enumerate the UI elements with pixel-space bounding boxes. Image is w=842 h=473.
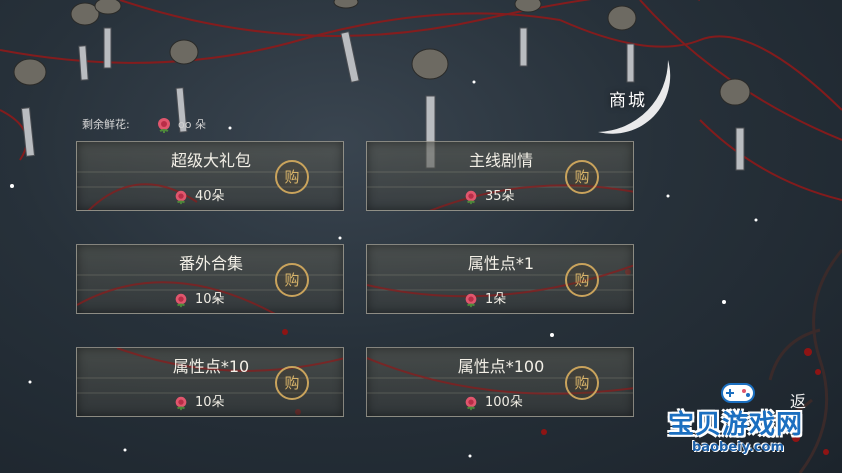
item-price-value: 35朵 (485, 189, 515, 204)
shop-item-card[interactable]: 番外合集 10朵 购 (76, 244, 344, 314)
rose-flower-icon (465, 190, 477, 205)
rose-flower-icon (175, 293, 187, 308)
buy-button[interactable]: 购 (275, 263, 309, 297)
item-price-value: 100朵 (485, 395, 523, 410)
rose-flower-icon (158, 118, 170, 133)
site-watermark: 宝贝游戏网 baobeiy.com (662, 380, 842, 473)
buy-button[interactable]: 购 (565, 366, 599, 400)
rose-flower-icon (465, 396, 477, 411)
remaining-flowers-count: oo 朵 (178, 118, 206, 131)
watermark-title: 宝贝游戏网 (668, 410, 804, 440)
rose-flower-icon (175, 396, 187, 411)
shop-item-card[interactable]: 属性点*100 100朵 购 (366, 347, 634, 417)
shop-title: 商城 (609, 91, 647, 111)
item-price-value: 40朵 (195, 189, 225, 204)
shop-item-card[interactable]: 超级大礼包 40朵 购 (76, 141, 344, 211)
rose-flower-icon (175, 190, 187, 205)
buy-button[interactable]: 购 (275, 366, 309, 400)
item-price-value: 10朵 (195, 292, 225, 307)
buy-button[interactable]: 购 (565, 263, 599, 297)
item-price-value: 1朵 (485, 292, 507, 307)
shop-item-card[interactable]: 属性点*10 10朵 购 (76, 347, 344, 417)
gamepad-icon (721, 383, 755, 403)
shop-screen: 剩余鲜花: oo 朵 商城 超级大礼包 40朵 购 主线剧情 35朵 购 番外合… (0, 0, 842, 473)
remaining-flowers-label: 剩余鲜花: (82, 118, 130, 131)
rose-flower-icon (465, 293, 477, 308)
shop-item-card[interactable]: 属性点*1 1朵 购 (366, 244, 634, 314)
buy-button[interactable]: 购 (565, 160, 599, 194)
shop-item-card[interactable]: 主线剧情 35朵 购 (366, 141, 634, 211)
item-price-value: 10朵 (195, 395, 225, 410)
buy-button[interactable]: 购 (275, 160, 309, 194)
watermark-url: baobeiy.com (692, 440, 784, 455)
